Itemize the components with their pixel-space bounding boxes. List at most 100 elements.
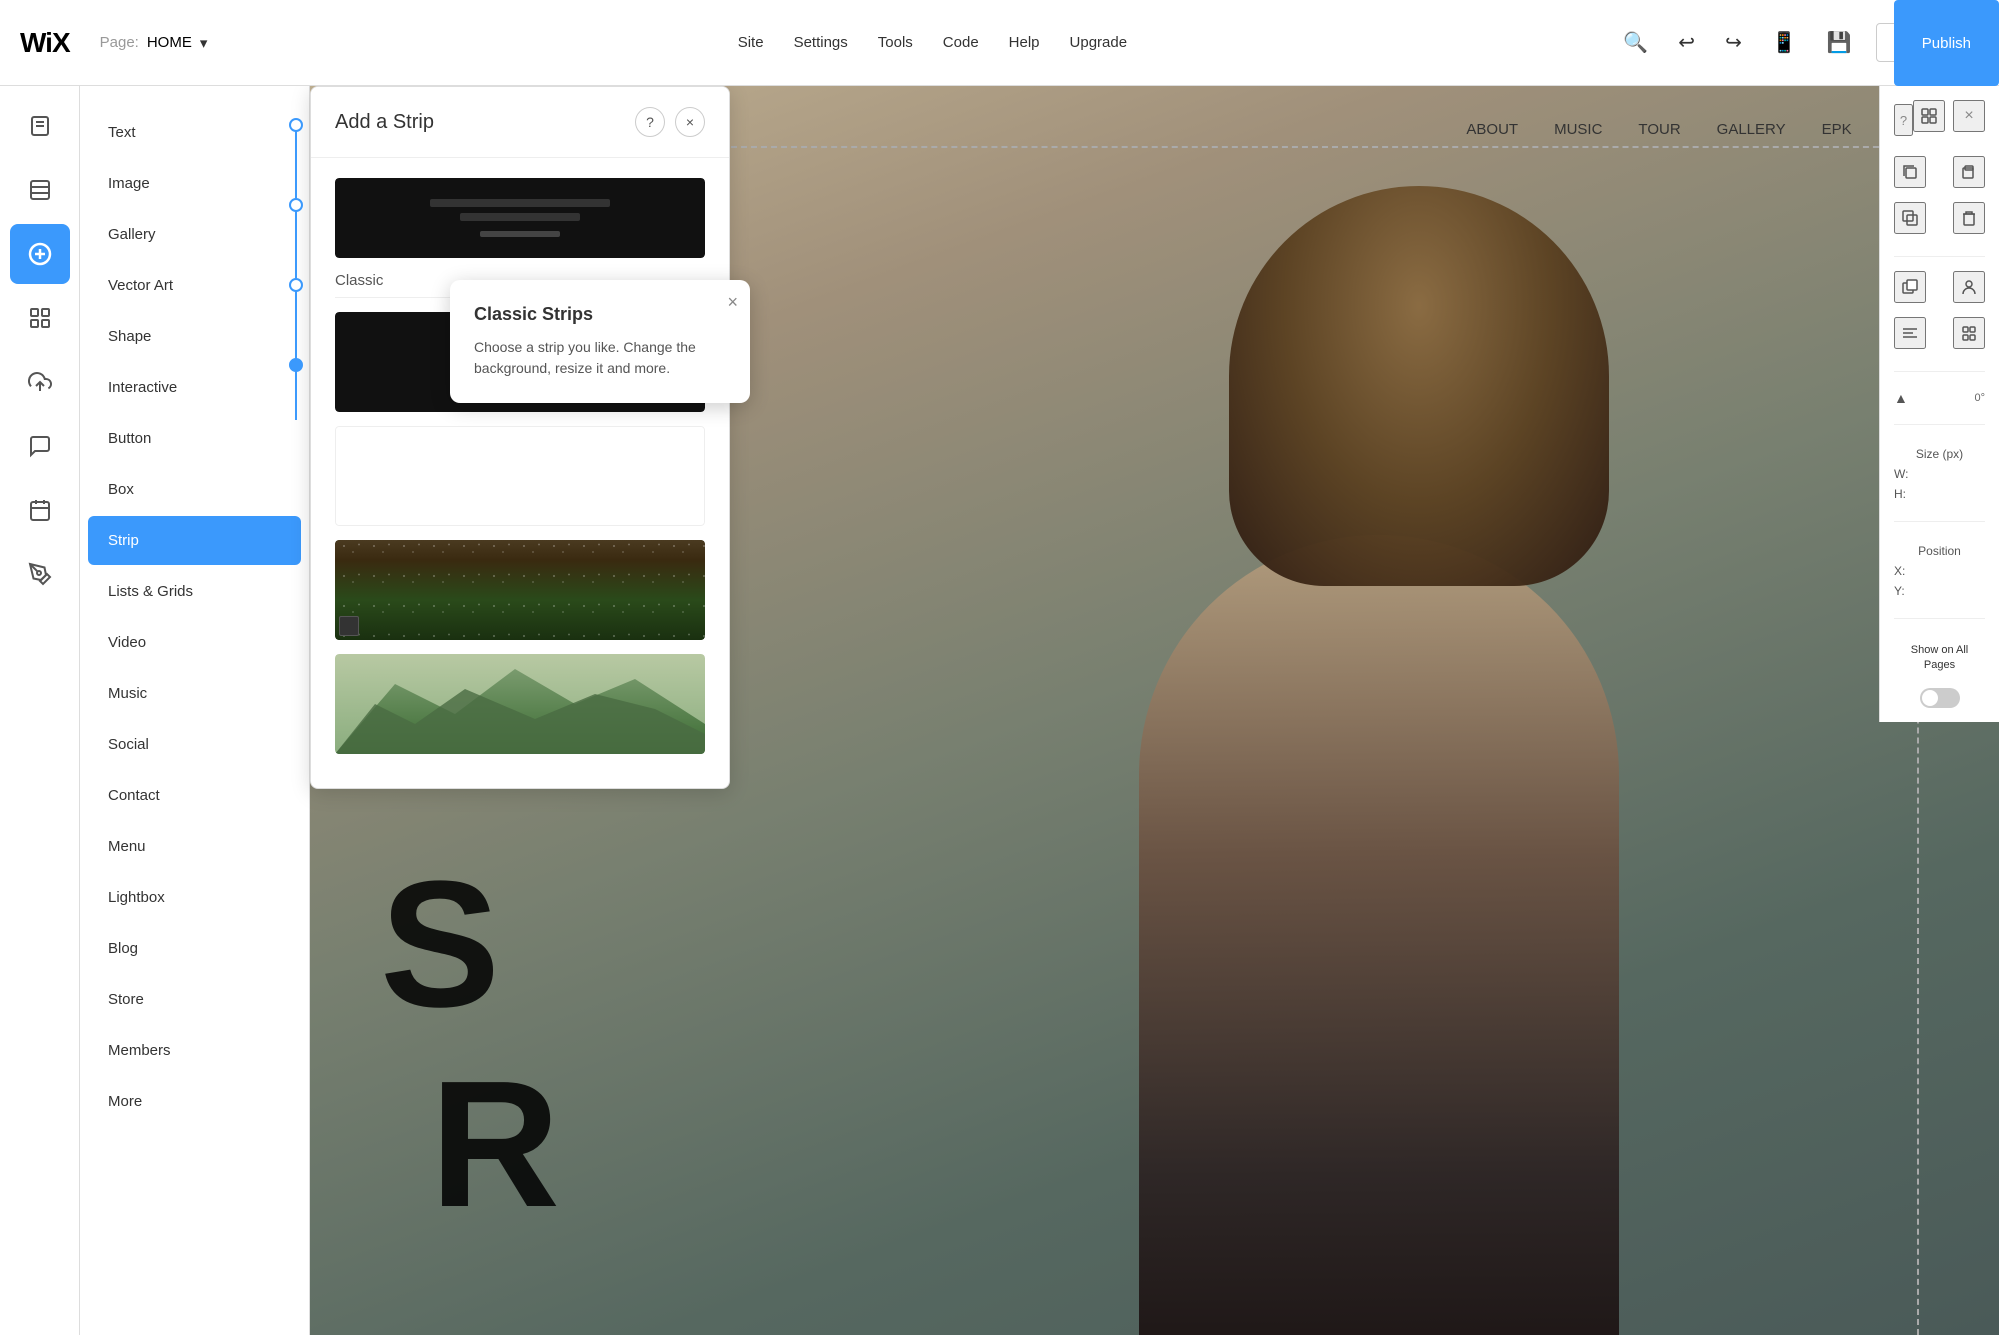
add-panel-item-box[interactable]: Box — [88, 465, 301, 514]
add-panel-item-vector-art[interactable]: Vector Art — [88, 261, 301, 310]
page-label: Page: — [100, 34, 139, 51]
redo-button[interactable]: ↪ — [1719, 24, 1748, 61]
topbar-nav-tools[interactable]: Tools — [878, 34, 913, 51]
add-panel-item-blog[interactable]: Blog — [88, 924, 301, 973]
position-y-row: Y: — [1894, 584, 1985, 598]
add-panel-item-text[interactable]: Text — [88, 108, 301, 157]
person-hair — [1229, 186, 1609, 586]
sidebar-item-pen[interactable] — [10, 544, 70, 604]
h-input[interactable] — [1912, 487, 1999, 501]
canvas-nav-about[interactable]: ABOUT — [1466, 121, 1518, 138]
canvas-nav-gallery[interactable]: GALLERY — [1717, 121, 1786, 138]
sidebar-item-apps[interactable] — [10, 288, 70, 348]
right-panel: ? × — [1879, 86, 1999, 722]
w-input[interactable] — [1914, 467, 1999, 481]
connector-dot-top — [289, 118, 303, 132]
canvas-nav-epk[interactable]: EPK — [1822, 121, 1852, 138]
right-panel-help-button[interactable]: ? — [1894, 104, 1913, 136]
duplicate-button[interactable] — [1894, 202, 1926, 234]
add-panel-item-store[interactable]: Store — [88, 975, 301, 1024]
mobile-view-button[interactable]: 📱 — [1766, 24, 1803, 61]
topbar-nav-help[interactable]: Help — [1009, 34, 1040, 51]
person-icon-button[interactable] — [1953, 271, 1985, 303]
size-w-row: W: — [1894, 467, 1985, 481]
position-x-row: X: — [1894, 564, 1985, 578]
right-panel-divider-3 — [1894, 424, 1985, 425]
sidebar-item-chat[interactable] — [10, 416, 70, 476]
chevron-down-icon: ▾ — [200, 34, 208, 52]
size-h-row: H: — [1894, 487, 1985, 501]
angle-icon: ▲ — [1894, 390, 1908, 406]
align-center-button[interactable] — [1953, 317, 1985, 349]
strip-panel-close-button[interactable]: × — [675, 107, 705, 137]
add-panel-item-menu[interactable]: Menu — [88, 822, 301, 871]
save-button[interactable]: 💾 — [1821, 24, 1858, 61]
connector-line — [295, 120, 297, 420]
strip-panel-help-button[interactable]: ? — [635, 107, 665, 137]
angle-value: 0° — [1974, 392, 1985, 404]
connector-dot-3 — [289, 278, 303, 292]
strip-panel-header: Add a Strip ? × — [311, 87, 729, 158]
sidebar-item-add[interactable] — [10, 224, 70, 284]
add-panel-item-button[interactable]: Button — [88, 414, 301, 463]
add-panel-item-video[interactable]: Video — [88, 618, 301, 667]
right-panel-close-button[interactable]: × — [1953, 100, 1985, 132]
add-panel-item-members[interactable]: Members — [88, 1026, 301, 1075]
h-label: H: — [1894, 487, 1906, 501]
topbar-nav-site[interactable]: Site — [738, 34, 764, 51]
copy-button[interactable] — [1894, 156, 1926, 188]
delete-button[interactable] — [1953, 202, 1985, 234]
add-panel-item-shape[interactable]: Shape — [88, 312, 301, 361]
add-panel-item-social[interactable]: Social — [88, 720, 301, 769]
add-panel-item-gallery[interactable]: Gallery — [88, 210, 301, 259]
position-label: Position — [1894, 544, 1985, 558]
add-panel-item-music[interactable]: Music — [88, 669, 301, 718]
search-button[interactable]: 🔍 — [1617, 24, 1654, 61]
x-label: X: — [1894, 564, 1905, 578]
left-sidebar — [0, 86, 80, 1335]
add-panel-item-strip[interactable]: Strip — [88, 516, 301, 565]
undo-button[interactable]: ↩ — [1672, 24, 1701, 61]
page-name: HOME — [147, 34, 192, 51]
sidebar-item-sections[interactable] — [10, 160, 70, 220]
topbar-nav-upgrade[interactable]: Upgrade — [1070, 34, 1128, 51]
right-panel-divider-1 — [1894, 256, 1985, 257]
align-left-button[interactable] — [1894, 317, 1926, 349]
arrange-forward-button[interactable] — [1894, 271, 1926, 303]
publish-button[interactable]: Publish — [1894, 0, 1999, 86]
right-panel-dup-del-row — [1894, 202, 1985, 234]
strip-thumb-forest[interactable] — [335, 540, 705, 640]
add-panel-item-image[interactable]: Image — [88, 159, 301, 208]
y-label: Y: — [1894, 584, 1905, 598]
add-panel-item-lists-grids[interactable]: Lists & Grids — [88, 567, 301, 616]
canvas-nav-music[interactable]: MUSIC — [1554, 121, 1602, 138]
right-panel-header: ? × — [1894, 100, 1985, 140]
right-panel-arrange-row — [1894, 271, 1985, 303]
paste-button[interactable] — [1953, 156, 1985, 188]
classic-tooltip-title: Classic Strips — [474, 304, 726, 325]
add-panel-item-lightbox[interactable]: Lightbox — [88, 873, 301, 922]
right-panel-grid-button[interactable] — [1913, 100, 1945, 132]
strip-thumb-feedback[interactable] — [335, 178, 705, 258]
canvas-nav-tour[interactable]: TOUR — [1638, 121, 1680, 138]
sidebar-item-upload[interactable] — [10, 352, 70, 412]
add-panel-item-interactive[interactable]: Interactive — [88, 363, 301, 412]
y-input[interactable] — [1911, 584, 1999, 598]
topbar-nav-code[interactable]: Code — [943, 34, 979, 51]
strip-thumb-classic-white[interactable] — [335, 426, 705, 526]
strip-panel-content: Classic — [311, 158, 729, 788]
right-panel-copy-row — [1894, 156, 1985, 188]
sidebar-item-pages[interactable] — [10, 96, 70, 156]
x-input[interactable] — [1911, 564, 1999, 578]
add-panel-item-more[interactable]: More — [88, 1077, 301, 1126]
classic-tooltip: × Classic Strips Choose a strip you like… — [450, 280, 750, 403]
right-panel-icon-row-top: × — [1913, 100, 1985, 132]
strip-thumb-mountain[interactable] — [335, 654, 705, 754]
add-panel-item-contact[interactable]: Contact — [88, 771, 301, 820]
page-selector[interactable]: Page: HOME ▾ — [100, 34, 208, 52]
right-panel-angle-row: ▲ 0° — [1894, 386, 1985, 410]
topbar-nav-settings[interactable]: Settings — [794, 34, 848, 51]
classic-tooltip-close-button[interactable]: × — [727, 292, 738, 313]
sidebar-item-calendar[interactable] — [10, 480, 70, 540]
show-all-pages-toggle[interactable] — [1920, 688, 1960, 708]
